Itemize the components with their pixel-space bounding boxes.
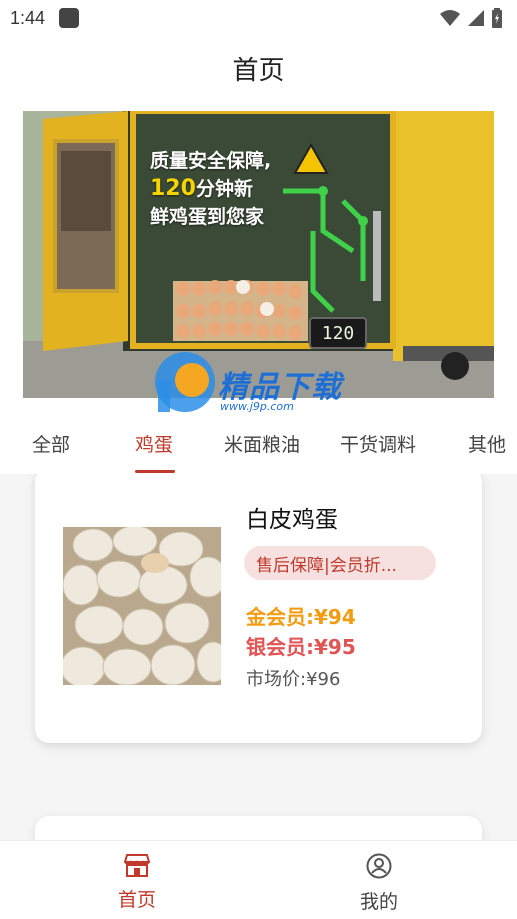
battery-icon [492, 8, 502, 28]
tab-eggs[interactable]: 鸡蛋 [135, 430, 173, 457]
banner-section: 质量安全保障, 120分钟新 鲜鸡蛋到您家 120 精品下载 www.j9p.c… [0, 100, 517, 416]
nav-home[interactable]: 首页 [77, 853, 197, 912]
product-image [63, 527, 221, 685]
silver-member-price: 银会员:¥95 [246, 635, 356, 659]
tab-rice-noodles-oil[interactable]: 米面粮油 [224, 430, 300, 457]
banner-line-1: 质量安全保障, [150, 150, 272, 172]
promo-banner[interactable]: 质量安全保障, 120分钟新 鲜鸡蛋到您家 120 [23, 111, 494, 398]
market-price: 市场价:¥96 [246, 669, 341, 690]
tab-dry-goods-seasoning[interactable]: 干货调料 [340, 430, 416, 457]
status-time: 1:44 [10, 7, 46, 28]
banner-line-2-rest: 分钟新 [195, 178, 253, 200]
banner-headline: 质量安全保障, 120分钟新 鲜鸡蛋到您家 [150, 147, 271, 231]
nav-mine-label: 我的 [359, 891, 398, 913]
wifi-icon [440, 10, 460, 26]
eggs-image [63, 527, 221, 685]
app-header: 首页 [0, 36, 517, 100]
tab-all[interactable]: 全部 [32, 430, 70, 457]
user-icon [366, 853, 392, 879]
status-bar: 1:44 [0, 0, 517, 36]
banner-highlight: 120 [150, 176, 196, 201]
product-card[interactable] [35, 816, 482, 840]
nav-mine[interactable]: 我的 [319, 853, 439, 914]
tab-other[interactable]: 其他 [468, 430, 506, 457]
banner-line-2: 120分钟新 [150, 175, 271, 203]
nav-home-label: 首页 [117, 889, 156, 911]
signal-icon [468, 10, 484, 26]
category-tabs: 全部 鸡蛋 米面粮油 干货调料 其他 [0, 412, 517, 474]
bottom-nav: 首页 我的 [0, 840, 517, 919]
app-notification-icon [59, 8, 80, 28]
gold-member-price: 金会员:¥94 [246, 605, 356, 629]
product-list: 白皮鸡蛋 售后保障|会员折... 金会员:¥94 银会员:¥95 市场价:¥96 [0, 474, 517, 840]
page-title: 首页 [232, 54, 285, 85]
status-indicators [439, 8, 503, 28]
active-tab-indicator [135, 470, 175, 473]
banner-line-3: 鲜鸡蛋到您家 [150, 206, 265, 228]
product-name: 白皮鸡蛋 [246, 507, 338, 533]
timer-display: 120 [309, 317, 367, 349]
store-icon [124, 854, 150, 877]
product-card[interactable]: 白皮鸡蛋 售后保障|会员折... 金会员:¥94 银会员:¥95 市场价:¥96 [35, 474, 482, 743]
product-tag: 售后保障|会员折... [244, 546, 436, 580]
